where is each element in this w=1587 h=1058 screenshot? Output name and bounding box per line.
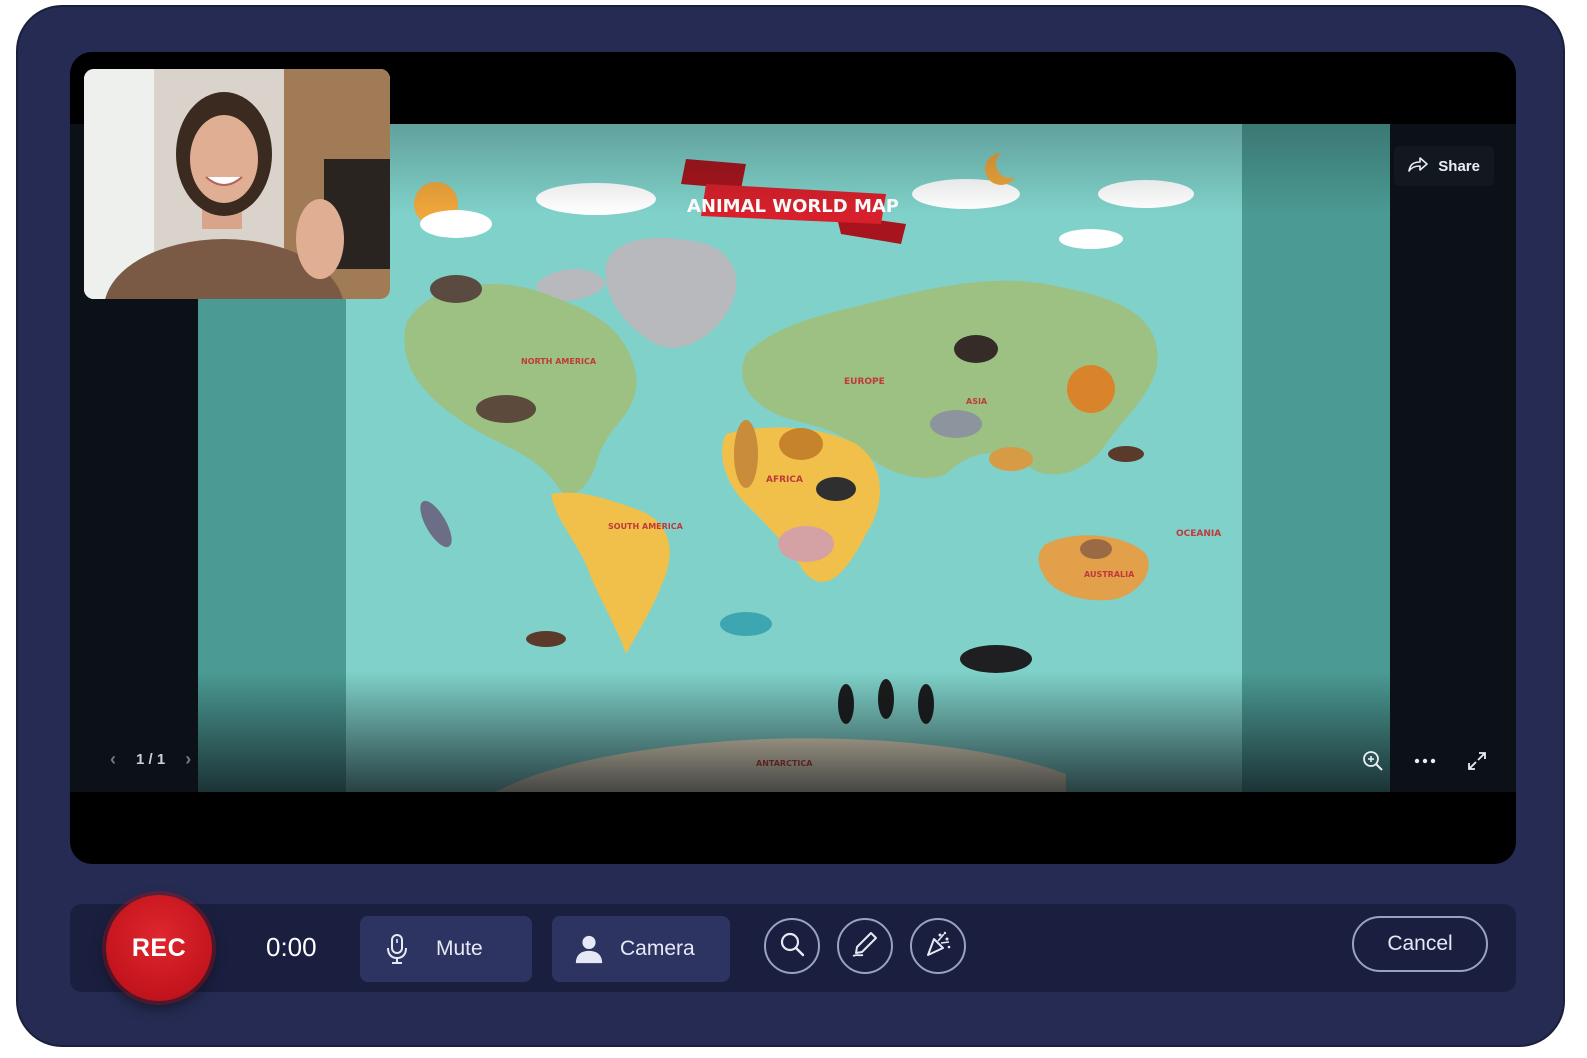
recorder-window: ANIMAL WORLD MAP NORTH AMERICA SOUTH AME…: [18, 7, 1563, 1045]
lion-illustration: [779, 428, 823, 460]
zoom-button[interactable]: [764, 918, 820, 974]
recording-timer: 0:00: [266, 932, 317, 962]
microphone-icon: [382, 933, 412, 965]
person-icon: [574, 933, 604, 965]
cancel-button[interactable]: Cancel: [1352, 916, 1488, 972]
ship-illustration: [526, 631, 566, 647]
pen-icon: [851, 930, 879, 963]
penguin-illustration: [918, 684, 934, 724]
animal-world-map-slide: ANIMAL WORLD MAP NORTH AMERICA SOUTH AME…: [346, 124, 1242, 792]
zebra-illustration: [816, 477, 856, 501]
record-button[interactable]: REC: [106, 895, 212, 1001]
penguin-illustration: [838, 684, 854, 724]
search-icon: [779, 931, 805, 962]
more-icon[interactable]: [1414, 750, 1436, 772]
chevron-right-icon[interactable]: ›: [185, 749, 191, 770]
orca-illustration: [960, 645, 1032, 673]
kangaroo-illustration: [1080, 539, 1112, 559]
whale-illustration: [720, 612, 772, 636]
page-navigator: ‹ 1 / 1 ›: [110, 749, 191, 770]
cloud: [536, 183, 656, 215]
label-oceania: OCEANIA: [1176, 529, 1221, 539]
bison-asia-illustration: [954, 335, 998, 363]
share-button[interactable]: Share: [1394, 146, 1494, 186]
confetti-button[interactable]: [910, 918, 966, 974]
ship-illustration: [1108, 446, 1144, 462]
confetti-icon: [924, 930, 952, 963]
chevron-left-icon[interactable]: ‹: [110, 749, 116, 770]
label-africa: AFRICA: [766, 475, 803, 485]
webcam-preview[interactable]: [84, 69, 390, 299]
anteater-illustration: [476, 395, 536, 423]
expand-icon[interactable]: [1466, 750, 1488, 772]
penguin-illustration: [878, 679, 894, 719]
share-label: Share: [1438, 157, 1480, 175]
webcam-video-frame: [84, 69, 390, 299]
cloud: [1059, 229, 1123, 249]
label-australia: AUSTRALIA: [1084, 570, 1135, 579]
tiger-illustration: [989, 447, 1033, 471]
slide-margin-right: [1242, 124, 1390, 792]
map-title: ANIMAL WORLD MAP: [687, 196, 899, 217]
share-icon: [1408, 156, 1429, 176]
presentation-stage: ANIMAL WORLD MAP NORTH AMERICA SOUTH AME…: [70, 52, 1516, 864]
camel-illustration: [1067, 365, 1115, 413]
recording-controls-bar: REC 0:00 Mute Camera Cancel: [70, 895, 1516, 1001]
mute-label: Mute: [436, 937, 483, 960]
label-south-america: SOUTH AMERICA: [608, 522, 684, 531]
label-north-america: NORTH AMERICA: [521, 357, 597, 366]
draw-button[interactable]: [837, 918, 893, 974]
page-indicator: 1 / 1: [136, 751, 166, 768]
giraffe-illustration: [734, 420, 758, 488]
rhino-illustration: [930, 410, 982, 438]
label-europe: EUROPE: [844, 377, 885, 387]
zoom-in-icon[interactable]: [1362, 750, 1384, 772]
viewer-toolbar: [1362, 750, 1488, 772]
bison-illustration: [430, 275, 482, 303]
camera-button[interactable]: Camera: [552, 916, 730, 982]
elephant-illustration: [778, 526, 834, 562]
cloud: [420, 210, 492, 238]
cloud: [1098, 180, 1194, 208]
mute-button[interactable]: Mute: [360, 916, 532, 982]
camera-label: Camera: [620, 937, 695, 960]
label-antarctica: ANTARCTICA: [756, 759, 813, 768]
label-asia: ASIA: [966, 397, 988, 406]
